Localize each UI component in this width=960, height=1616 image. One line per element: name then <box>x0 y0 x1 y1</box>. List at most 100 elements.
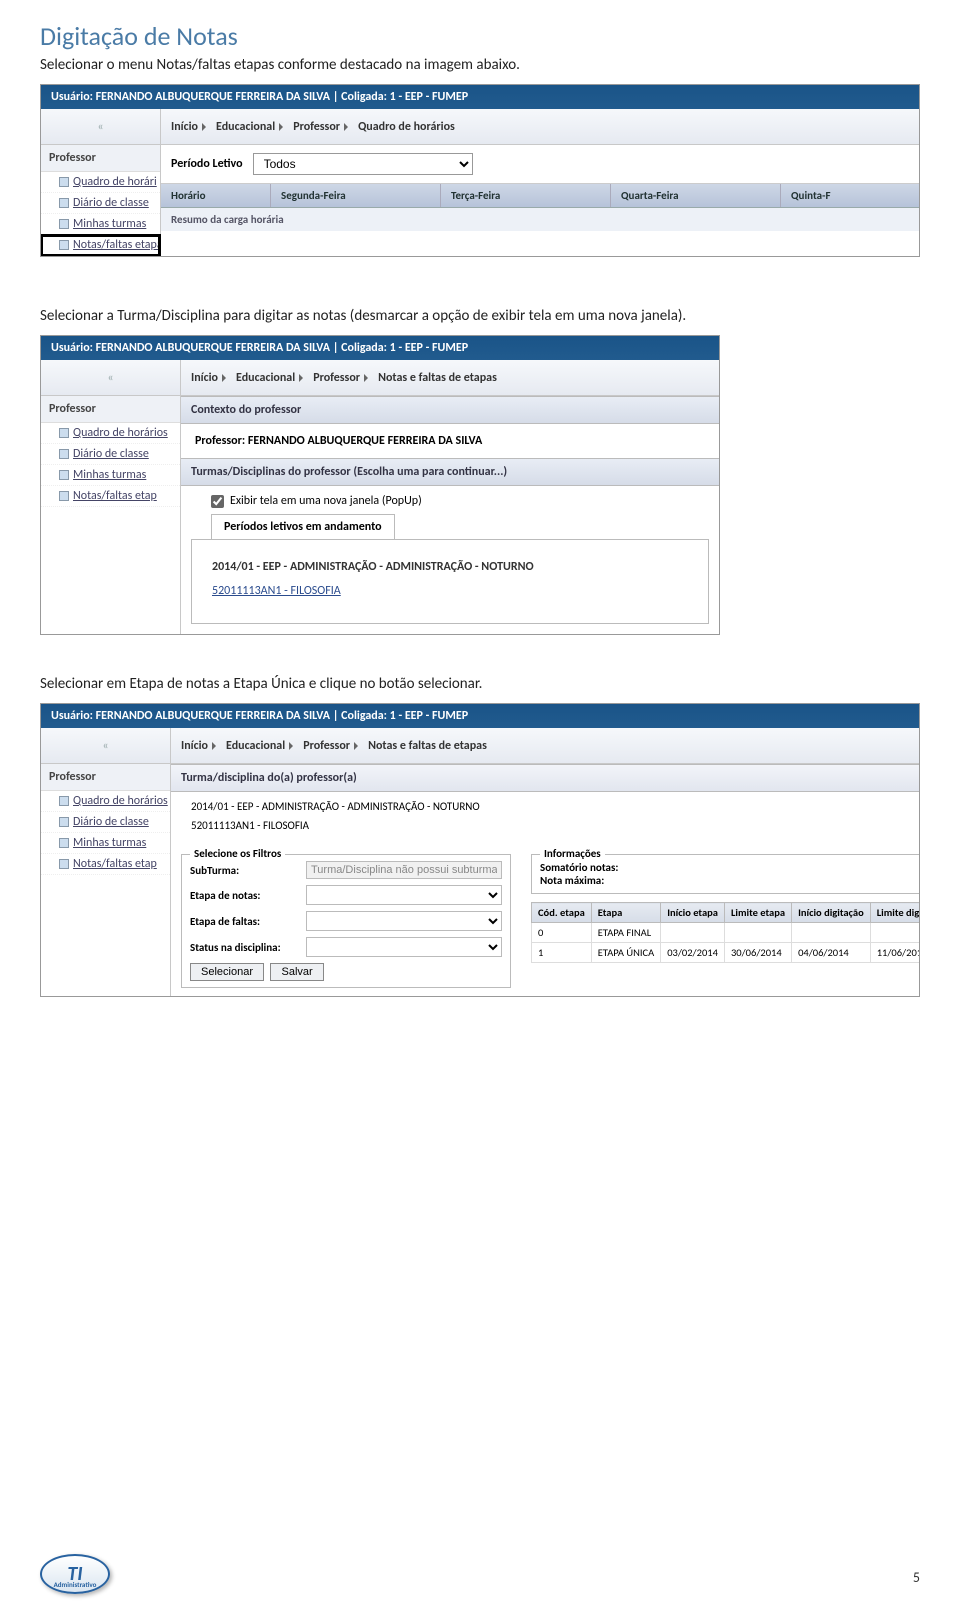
select-etapa-notas[interactable] <box>306 885 502 905</box>
collapse-arrows[interactable]: « <box>41 109 160 145</box>
info-nota-maxima: Nota máxima: <box>540 874 920 887</box>
filtros-fieldset: Selecione os Filtros SubTurma: Etapa de … <box>181 854 511 988</box>
sidebar-item-turmas[interactable]: Minhas turmas <box>41 465 180 486</box>
sidebar-item-turmas[interactable]: Minhas turmas <box>41 214 160 235</box>
col-qui: Quinta-F <box>781 184 919 207</box>
page-title: Digitação de Notas <box>40 20 920 52</box>
professor-line: Professor: FERNANDO ALBUQUERQUE FERREIRA… <box>181 424 719 458</box>
screenshot-1: Usuário: FERNANDO ALBUQUERQUE FERREIRA D… <box>40 84 920 257</box>
panel-contexto-header: Contexto do professor <box>181 396 719 424</box>
crumb-quadro: Quadro de horários <box>358 120 455 134</box>
footer-logo: TI Administrativo <box>40 1554 110 1594</box>
people-icon <box>59 470 69 480</box>
breadcrumb: Início Educacional Professor Notas e fal… <box>171 728 920 764</box>
panel-turmas-header: Turmas/Disciplinas do professor (Escolha… <box>181 458 719 486</box>
select-status[interactable] <box>306 937 502 957</box>
sidebar-item-diario[interactable]: Diário de classe <box>41 812 170 833</box>
sidebar-item-notas-faltas[interactable]: Notas/faltas etap <box>41 486 180 507</box>
clock-icon <box>59 177 69 187</box>
sidebar-nav: Quadro de horários Diário de classe Minh… <box>41 423 180 507</box>
crumb-educacional[interactable]: Educacional <box>226 739 293 753</box>
crumb-educacional[interactable]: Educacional <box>236 371 303 385</box>
col-seg: Segunda-Feira <box>271 184 441 207</box>
tab-body: 2014/01 - EEP - ADMINISTRAÇÃO - ADMINIST… <box>191 539 709 624</box>
people-icon <box>59 838 69 848</box>
lbl-subturma: SubTurma: <box>190 864 300 877</box>
sidebar-nav: Quadro de horári Diário de classe Minhas… <box>41 172 160 256</box>
table-row[interactable]: 0 ETAPA FINAL Não <box>532 923 921 943</box>
user-bar: Usuário: FERNANDO ALBUQUERQUE FERREIRA D… <box>41 336 719 360</box>
turma-row: 2014/01 - EEP - ADMINISTRAÇÃO - ADMINIST… <box>212 554 688 580</box>
sidebar-item-diario[interactable]: Diário de classe <box>41 444 180 465</box>
sidebar-item-notas-faltas[interactable]: Notas/faltas etapas <box>41 235 160 256</box>
collapse-arrows[interactable]: « <box>41 360 180 396</box>
panel-turma-disciplina-header: Turma/disciplina do(a) professor(a) <box>171 764 920 792</box>
book-icon <box>59 198 69 208</box>
popup-checkbox[interactable] <box>211 495 224 508</box>
list-icon <box>59 240 69 250</box>
sidebar-item-notas-faltas[interactable]: Notas/faltas etap <box>41 854 170 875</box>
col-qua: Quarta-Feira <box>611 184 781 207</box>
turma-line-1: 2014/01 - EEP - ADMINISTRAÇÃO - ADMINIST… <box>183 798 488 815</box>
user-bar: Usuário: FERNANDO ALBUQUERQUE FERREIRA D… <box>41 85 919 109</box>
etapas-table: Cód. etapa Etapa Início etapa Limite eta… <box>531 902 920 963</box>
popup-checkbox-label: Exibir tela em uma nova janela (PopUp) <box>230 494 422 508</box>
sidebar-title: Professor <box>41 145 160 172</box>
sidebar-title: Professor <box>41 396 180 423</box>
clock-icon <box>59 428 69 438</box>
instruction-1: Selecionar o menu Notas/faltas etapas co… <box>40 56 920 74</box>
lbl-etapa-notas: Etapa de notas: <box>190 889 300 902</box>
breadcrumb: Início Educacional Professor Quadro de h… <box>161 109 919 145</box>
table-row[interactable]: 1 ETAPA ÚNICA 03/02/2014 30/06/2014 04/0… <box>532 943 921 963</box>
list-icon <box>59 859 69 869</box>
col-cod-etapa: Cód. etapa <box>532 903 592 923</box>
sidebar-item-quadro[interactable]: Quadro de horários <box>41 791 170 812</box>
selecionar-button[interactable]: Selecionar <box>190 963 264 981</box>
informacoes-fieldset: Informações Somatório notas: Nota máxima… <box>531 854 920 894</box>
resumo-carga: Resumo da carga horária <box>161 208 919 231</box>
user-bar: Usuário: FERNANDO ALBUQUERQUE FERREIRA D… <box>41 704 919 728</box>
informacoes-legend: Informações <box>540 847 605 860</box>
crumb-professor[interactable]: Professor <box>293 120 348 134</box>
info-somatorio: Somatório notas: <box>540 861 920 874</box>
filtros-legend: Selecione os Filtros <box>190 847 285 860</box>
crumb-educacional[interactable]: Educacional <box>216 120 283 134</box>
col-horario: Horário <box>161 184 271 207</box>
col-limite-digitacao: Limite digitação <box>870 903 920 923</box>
crumb-professor[interactable]: Professor <box>313 371 368 385</box>
schedule-header: Horário Segunda-Feira Terça-Feira Quarta… <box>161 184 919 208</box>
screenshot-3: Usuário: FERNANDO ALBUQUERQUE FERREIRA D… <box>40 703 920 997</box>
crumb-inicio[interactable]: Início <box>181 739 216 753</box>
instruction-3: Selecionar em Etapa de notas a Etapa Úni… <box>40 675 920 693</box>
sidebar-item-diario[interactable]: Diário de classe <box>41 193 160 214</box>
book-icon <box>59 817 69 827</box>
people-icon <box>59 219 69 229</box>
page-number: 5 <box>913 1569 920 1586</box>
sidebar-title: Professor <box>41 764 170 791</box>
sidebar-item-turmas[interactable]: Minhas turmas <box>41 833 170 854</box>
col-ter: Terça-Feira <box>441 184 611 207</box>
collapse-arrows[interactable]: « <box>41 728 170 764</box>
sidebar-item-quadro[interactable]: Quadro de horários <box>41 423 180 444</box>
col-inicio-etapa: Início etapa <box>661 903 725 923</box>
list-icon <box>59 491 69 501</box>
sidebar-item-quadro[interactable]: Quadro de horári <box>41 172 160 193</box>
col-inicio-digitacao: Início digitação <box>792 903 871 923</box>
lbl-status-disciplina: Status na disciplina: <box>190 941 300 954</box>
crumb-professor[interactable]: Professor <box>303 739 358 753</box>
crumb-notas-faltas: Notas e faltas de etapas <box>368 739 487 753</box>
input-subturma <box>306 861 502 879</box>
turma-info-table: 2014/01 - EEP - ADMINISTRAÇÃO - ADMINIST… <box>181 796 490 836</box>
salvar-button[interactable]: Salvar <box>270 963 323 981</box>
periodo-label: Período Letivo <box>171 157 243 171</box>
lbl-etapa-faltas: Etapa de faltas: <box>190 915 300 928</box>
periodo-select[interactable]: Todos <box>253 153 473 175</box>
crumb-inicio[interactable]: Início <box>191 371 226 385</box>
disciplina-link[interactable]: 52011113AN1 - FILOSOFIA <box>212 580 688 609</box>
instruction-2: Selecionar a Turma/Disciplina para digit… <box>40 307 920 325</box>
select-etapa-faltas[interactable] <box>306 911 502 931</box>
clock-icon <box>59 796 69 806</box>
tab-periodos-andamento[interactable]: Períodos letivos em andamento <box>211 514 395 539</box>
crumb-inicio[interactable]: Início <box>171 120 206 134</box>
breadcrumb: Início Educacional Professor Notas e fal… <box>181 360 719 396</box>
